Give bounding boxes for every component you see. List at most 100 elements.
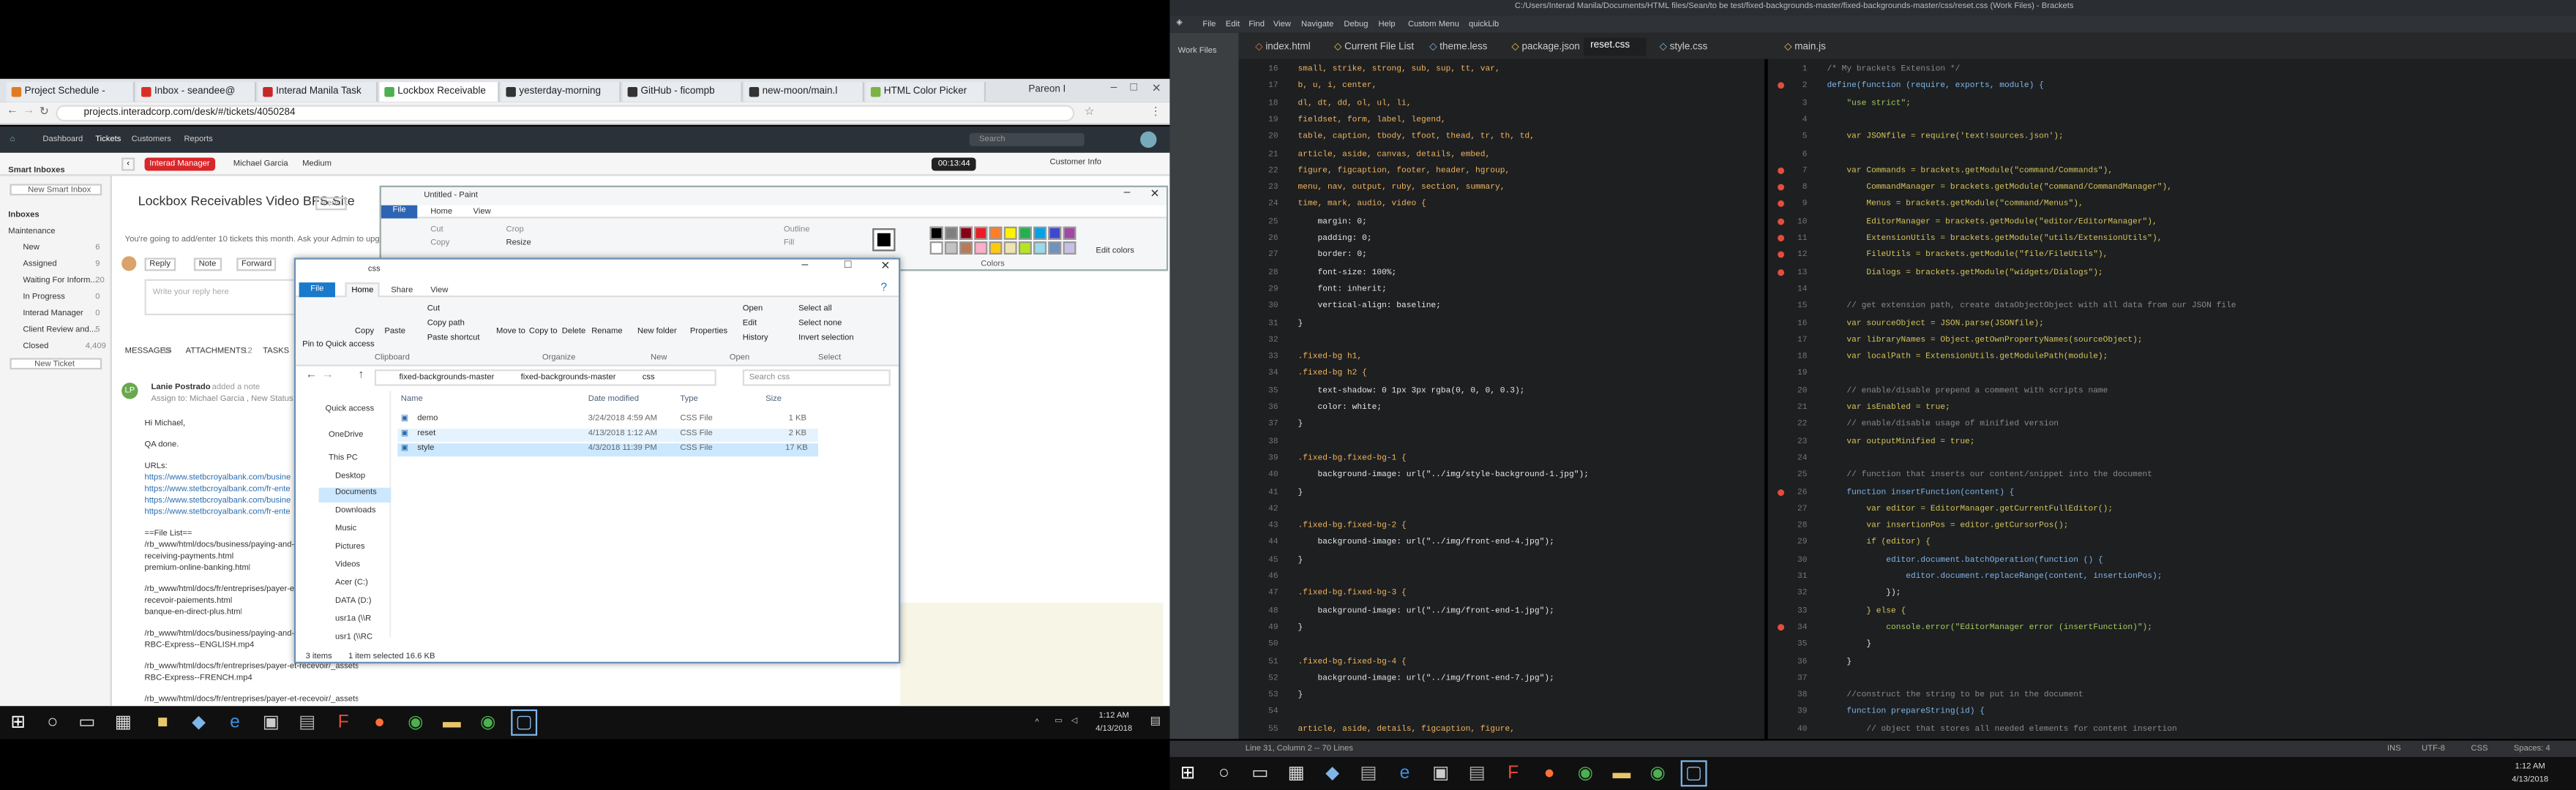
explorer-search[interactable]: Search css [742, 369, 891, 386]
explorer-tab-file[interactable]: File [299, 282, 335, 298]
palette-swatch[interactable] [959, 241, 973, 255]
reload-icon[interactable]: ↻ [40, 105, 49, 118]
maximize-icon[interactable]: □ [1131, 82, 1138, 94]
app-icon[interactable]: ▣ [260, 711, 282, 734]
message-link[interactable]: https://www.stetbcroyalbank.com/busine [145, 496, 291, 505]
chrome-tab-active[interactable]: Lockbox Receivable [379, 82, 500, 102]
sidebar-item[interactable]: Assigned [23, 260, 56, 269]
palette-swatch[interactable] [1033, 241, 1047, 255]
message-link[interactable]: https://www.stetbcroyalbank.com/busine [145, 473, 291, 483]
clock-time[interactable]: 1:12 AM [2507, 762, 2553, 772]
palette-swatch[interactable] [929, 241, 943, 255]
nav-tickets[interactable]: Tickets [95, 135, 121, 144]
paint-tab-home[interactable]: Home [430, 207, 452, 217]
resize-tool[interactable]: Resize [506, 238, 531, 248]
palette-swatch[interactable] [959, 226, 973, 240]
editor-tab[interactable]: ◇ package.json [1505, 38, 1584, 56]
up-icon[interactable]: ↑ [358, 369, 364, 381]
task-view-icon[interactable]: ▭ [75, 711, 98, 734]
palette-swatch[interactable] [1003, 226, 1017, 240]
menu-debug[interactable]: Debug [1344, 20, 1368, 29]
sidebar-item[interactable]: Interad Manager [23, 309, 83, 318]
open-button[interactable]: Open [743, 304, 763, 313]
search-icon[interactable]: ○ [1213, 762, 1235, 785]
pin-quick-access-button[interactable]: Pin to Quick access [302, 340, 375, 350]
breakpoint-icon[interactable] [1778, 235, 1785, 242]
sidebar-item[interactable]: Closed [23, 342, 48, 351]
breakpoint-icon[interactable] [1778, 623, 1785, 631]
windows-start-icon[interactable]: ⊞ [7, 711, 29, 734]
sidebar-item[interactable]: New [23, 243, 39, 252]
app-icon[interactable]: ▣ [1429, 762, 1452, 785]
paint-icon[interactable]: ▢ [511, 709, 538, 736]
chrome-icon[interactable]: ◉ [404, 711, 427, 734]
url-field[interactable]: projects.interadcorp.com/desk/#/tickets/… [56, 105, 1075, 122]
edge-icon[interactable]: e [1393, 762, 1416, 785]
column-type[interactable]: Type [680, 394, 697, 404]
nav-desktop[interactable]: Desktop [335, 471, 391, 481]
sidebar-item[interactable]: Client Review and... [23, 326, 96, 335]
menu-view[interactable]: View [1273, 20, 1291, 29]
maintenance-label[interactable]: Maintenance [8, 227, 55, 236]
palette-swatch[interactable] [1063, 241, 1077, 255]
editor-tab[interactable]: ◇ Current File List [1328, 38, 1414, 56]
note-button[interactable]: Note [193, 257, 222, 271]
fill-tool[interactable]: Fill [784, 238, 794, 248]
forward-icon[interactable]: → [322, 369, 334, 381]
breakpoint-icon[interactable] [1778, 268, 1785, 276]
nav-customers[interactable]: Customers [132, 135, 171, 144]
minimize-icon[interactable]: – [802, 260, 809, 271]
explorer-icon[interactable]: ▬ [441, 711, 463, 734]
invert-selection-button[interactable]: Invert selection [798, 334, 854, 343]
back-icon[interactable]: ← [7, 105, 18, 117]
author-name[interactable]: Lanie Postrado [151, 383, 211, 392]
customer-info[interactable]: Customer Info [1050, 158, 1102, 168]
delete-button[interactable]: Delete [562, 327, 585, 336]
clock-date[interactable]: 4/13/2018 [1091, 724, 1137, 734]
path-bar[interactable]: fixed-backgrounds-master fixed-backgroun… [374, 369, 716, 386]
windows-start-icon[interactable]: ⊞ [1176, 762, 1199, 785]
editor-tab[interactable]: ◇ style.css [1652, 38, 1718, 56]
nav-documents[interactable]: Documents [318, 487, 392, 503]
forward-icon[interactable]: → [23, 105, 34, 117]
chrome-icon[interactable]: ◉ [1646, 762, 1669, 785]
editor-tab[interactable]: ◇ theme.less [1423, 38, 1498, 56]
copy-button[interactable]: Copy [355, 327, 374, 336]
palette-swatch[interactable] [989, 241, 1003, 255]
palette-swatch[interactable] [1033, 226, 1047, 240]
folder-icon[interactable]: ■ [151, 711, 174, 734]
nav-drive-c[interactable]: Acer (C:) [335, 578, 391, 587]
chrome-tab[interactable]: new-moon/main.l [744, 82, 864, 102]
palette-swatch[interactable] [944, 241, 958, 255]
nav-this-pc[interactable]: This PC [329, 454, 391, 463]
nav-dashboard[interactable]: Dashboard [42, 135, 83, 144]
column-date[interactable]: Date modified [588, 394, 639, 404]
minimize-icon[interactable]: – [1111, 82, 1117, 94]
history-button[interactable]: History [743, 334, 768, 343]
breakpoint-icon[interactable] [1778, 167, 1785, 174]
menu-quicklib[interactable]: quickLib [1469, 20, 1499, 29]
paint-tab-view[interactable]: View [473, 207, 491, 217]
task-view-icon[interactable]: ▭ [1248, 762, 1271, 785]
palette-swatch[interactable] [944, 226, 958, 240]
app-icon[interactable]: ◆ [1321, 762, 1344, 785]
brackets-icon[interactable]: ▢ [1680, 760, 1707, 787]
rename-button[interactable]: Rename [591, 327, 622, 336]
file-row-selected[interactable]: ▣ style 4/3/2018 11:39 PM CSS File 17 KB [397, 443, 819, 457]
message-link[interactable]: https://www.stetbcroyalbank.com/fr-ente [145, 484, 291, 494]
copy-path-button[interactable]: Copy path [427, 319, 465, 328]
minimize-icon[interactable]: – [1124, 187, 1131, 199]
menu-find[interactable]: Find [1248, 20, 1265, 29]
file-row[interactable]: ▣ demo 3/24/2018 4:59 AM CSS File 1 KB [397, 414, 818, 427]
help-icon[interactable]: ? [880, 282, 887, 294]
tray-chevron-icon[interactable]: ^ [1035, 718, 1038, 727]
select-all-button[interactable]: Select all [798, 304, 832, 313]
nav-onedrive[interactable]: OneDrive [329, 430, 391, 440]
chrome-tab[interactable]: yesterday-morning [501, 82, 621, 102]
editor-tab[interactable]: ◇ main.js [1778, 38, 1827, 56]
chrome-icon[interactable]: ◉ [1574, 762, 1597, 785]
palette-swatch[interactable] [929, 226, 943, 240]
maximize-icon[interactable]: □ [845, 260, 852, 271]
tab-attachments[interactable]: ATTACHMENTS [186, 347, 247, 356]
column-size[interactable]: Size [765, 394, 782, 404]
